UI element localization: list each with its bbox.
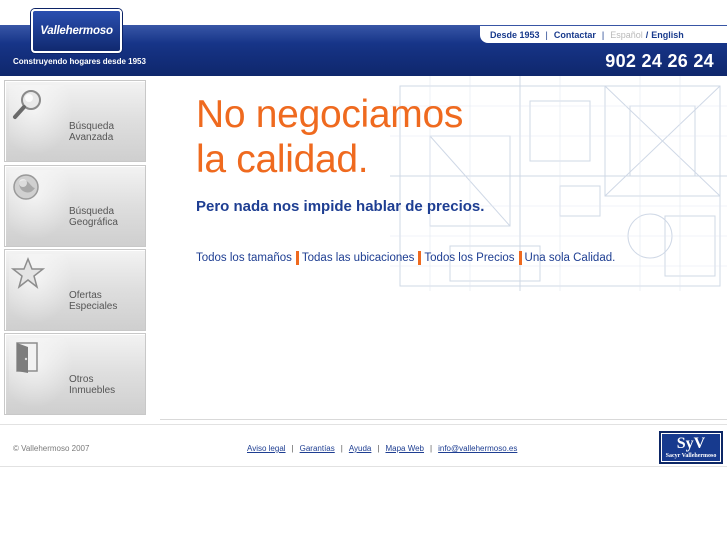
- label-line2: Avanzada: [69, 132, 114, 143]
- nav-separator: |: [601, 29, 605, 40]
- footer-links: Aviso legal | Garantías | Ayuda | Mapa W…: [247, 444, 517, 453]
- copyright: © Vallehermoso 2007: [13, 444, 90, 453]
- star-icon: [11, 256, 45, 290]
- main-divider: [160, 419, 727, 420]
- headline-line1: No negociamos: [196, 93, 464, 136]
- headline: No negociamos la calidad.: [196, 92, 463, 182]
- lang-spanish[interactable]: Español: [610, 30, 643, 40]
- sacyr-vallehermoso-logo[interactable]: SyV Sacyr Vallehermoso: [659, 431, 723, 464]
- label-line2: Especiales: [69, 301, 118, 312]
- feature-item: Todos los Precios: [424, 252, 515, 264]
- sidebar-item-label: Búsqueda Avanzada: [69, 121, 141, 143]
- globe-icon: [11, 172, 45, 206]
- label-line1: Ofertas: [69, 290, 102, 301]
- feature-item: Todas las ubicaciones: [301, 252, 415, 264]
- nav-since-1953[interactable]: Desde 1953: [490, 30, 540, 40]
- footer-link-email[interactable]: info@vallehermoso.es: [438, 444, 517, 453]
- label-line1: Búsqueda: [69, 121, 115, 132]
- sidebar-item-other-properties[interactable]: Otros Inmuebles: [4, 333, 146, 415]
- magnifier-icon: [11, 87, 45, 121]
- vallehermoso-logo[interactable]: Vallehermoso: [31, 9, 122, 53]
- sidebar-item-advanced-search[interactable]: Búsqueda Avanzada: [4, 80, 146, 162]
- label-line2: Inmuebles: [69, 385, 116, 396]
- subheadline: Pero nada nos impide hablar de precios.: [196, 198, 485, 215]
- features-list: Todos los tamaños Todas las ubicaciones …: [196, 251, 615, 265]
- footer: © Vallehermoso 2007 Aviso legal | Garant…: [0, 424, 727, 467]
- link-separator: |: [377, 444, 380, 453]
- label-line1: Búsqueda: [69, 206, 115, 217]
- feature-divider: [295, 251, 299, 265]
- footer-link-sitemap[interactable]: Mapa Web: [385, 444, 424, 453]
- link-separator: |: [291, 444, 294, 453]
- header: Vallehermoso Construyendo hogares desde …: [0, 0, 727, 76]
- door-icon: [11, 340, 45, 374]
- link-separator: |: [340, 444, 343, 453]
- badge-small-text: Sacyr Vallehermoso: [665, 452, 717, 459]
- sidebar-item-label: Búsqueda Geográfica: [69, 206, 141, 228]
- phone-number: 902 24 26 24: [605, 51, 714, 71]
- feature-item: Todos los tamaños: [196, 252, 292, 264]
- feature-divider: [518, 251, 522, 265]
- main-content: No negociamos la calidad. Pero nada nos …: [160, 76, 727, 420]
- feature-item: Una sola Calidad.: [524, 252, 616, 264]
- lang-separator: /: [645, 29, 649, 40]
- nav-separator: |: [545, 29, 548, 40]
- sidebar-item-special-offers[interactable]: Ofertas Especiales: [4, 249, 146, 331]
- footer-link-help[interactable]: Ayuda: [349, 444, 372, 453]
- label-line2: Geográfica: [69, 217, 118, 228]
- footer-link-guarantees[interactable]: Garantías: [300, 444, 335, 453]
- label-line1: Otros: [69, 374, 94, 385]
- sidebar-item-label: Ofertas Especiales: [69, 290, 141, 312]
- logo-text: Vallehermoso: [40, 25, 113, 37]
- sidebar: Búsqueda Avanzada Búsqueda Geográfica Of…: [4, 80, 147, 416]
- top-nav: Desde 1953 | Contactar | Español / Engli…: [480, 26, 727, 43]
- headline-line2: la calidad.: [196, 138, 369, 181]
- sidebar-item-label: Otros Inmuebles: [69, 374, 141, 396]
- lang-english[interactable]: English: [651, 30, 684, 40]
- link-separator: |: [430, 444, 433, 453]
- sidebar-item-geographic-search[interactable]: Búsqueda Geográfica: [4, 165, 146, 247]
- badge-big-text: SyV: [676, 434, 706, 452]
- nav-contact[interactable]: Contactar: [554, 30, 596, 40]
- footer-link-legal[interactable]: Aviso legal: [247, 444, 286, 453]
- feature-divider: [418, 251, 422, 265]
- tagline: Construyendo hogares desde 1953: [13, 57, 146, 66]
